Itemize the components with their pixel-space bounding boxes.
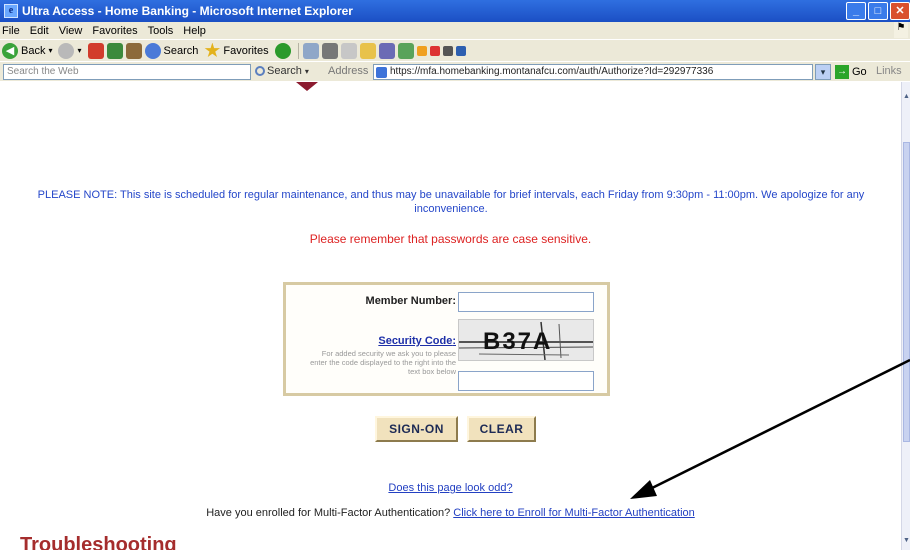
security-code-label: Security Code: [374,335,456,347]
url-text: https://mfa.homebanking.montanafcu.com/a… [390,66,714,77]
research-icon[interactable] [378,42,395,59]
favorites-button[interactable]: Favorites [204,42,269,59]
folder-icon[interactable] [359,42,376,59]
stop-icon[interactable] [87,42,104,59]
mail-icon[interactable] [302,42,319,59]
back-button[interactable]: ◀ Back ▾ [2,42,52,59]
security-code-colon: : [452,335,456,347]
refresh-icon[interactable] [106,42,123,59]
captcha-image: B37A [458,319,594,361]
clear-button[interactable]: CLEAR [467,416,536,442]
search-icon [144,42,161,59]
forward-button[interactable]: ▾ [58,42,82,59]
maximize-button[interactable]: □ [868,2,888,20]
search-web-input[interactable]: Search the Web [3,64,251,80]
address-dropdown-icon[interactable]: ▾ [815,64,831,80]
go-button[interactable]: → Go [835,65,867,79]
maintenance-notice: PLEASE NOTE: This site is scheduled for … [37,189,865,215]
vertical-scrollbar[interactable]: ▲ ▼ [901,82,910,550]
chevron-down-icon[interactable]: ▾ [48,46,52,55]
sign-on-button[interactable]: SIGN-ON [375,416,458,442]
member-number-input[interactable] [458,292,594,312]
minimize-button[interactable]: _ [846,2,866,20]
star-icon [204,42,221,58]
window-title: Ultra Access - Home Banking - Microsoft … [22,4,353,18]
member-number-label: Member Number: [365,295,456,307]
search-toolbar-label: Search [163,44,199,57]
security-code-link[interactable]: Security Code [378,335,452,347]
magnifier-icon [255,66,265,76]
title-bar: e Ultra Access - Home Banking - Microsof… [0,0,910,22]
captcha-text: B37A [483,328,553,355]
page-icon [376,67,387,78]
troubleshooting-heading: Troubleshooting [20,534,177,550]
window-controls: _ □ ✕ [844,2,910,20]
media-icon[interactable] [274,42,291,59]
security-code-help: For added security we ask you to please … [310,349,456,376]
password-reminder: Please remember that passwords are case … [309,232,592,246]
mfa-enroll-line: Have you enrolled for Multi-Factor Authe… [0,507,901,519]
scroll-up-icon[interactable]: ▲ [902,90,910,104]
banner-pointer [296,82,318,91]
links-label[interactable]: Links [876,65,902,77]
page-viewport: PLEASE NOTE: This site is scheduled for … [0,82,901,550]
home-icon[interactable] [125,42,142,59]
search-web-button[interactable]: Search ▾ [255,65,309,77]
close-button[interactable]: ✕ [890,2,910,20]
forward-arrow-icon [58,42,75,59]
page-odd-link[interactable]: Does this page look odd? [0,482,901,494]
menu-edit[interactable]: Edit [30,25,49,37]
menu-help[interactable]: Help [183,25,206,37]
window-icon[interactable] [455,45,466,56]
address-label: Address [328,65,369,77]
security-code-input[interactable] [458,371,594,391]
play-icon[interactable] [442,45,453,56]
back-arrow-icon: ◀ [2,42,18,59]
toolbar: ◀ Back ▾ ▾ Search Favorites [0,39,910,61]
scroll-thumb[interactable] [903,142,910,442]
address-bar: Search the Web Search ▾ Address https://… [0,61,910,81]
search-web-label: Search [267,65,302,77]
go-label: Go [852,66,867,78]
mfa-enroll-prompt: Have you enrolled for Multi-Factor Authe… [206,507,454,519]
search-toolbar-button[interactable]: Search [144,42,199,59]
scroll-down-icon[interactable]: ▼ [902,534,910,548]
menu-view[interactable]: View [59,25,83,37]
chevron-down-icon[interactable]: ▾ [77,46,81,55]
menu-bar: File Edit View Favorites Tools Help ⚑ [0,22,910,39]
windows-flag-icon: ⚑ [894,22,908,38]
go-arrow-icon: → [835,65,849,79]
toolbar-divider [297,42,299,59]
favorites-label: Favorites [223,44,269,57]
menu-tools[interactable]: Tools [148,25,174,37]
mfa-enroll-link[interactable]: Click here to Enroll for Multi-Factor Au… [453,507,695,519]
chevron-down-icon[interactable]: ▾ [305,67,309,76]
messenger-icon[interactable] [397,42,414,59]
menu-file[interactable]: File [2,25,20,37]
menu-favorites[interactable]: Favorites [92,25,137,37]
ie-icon: e [4,4,18,18]
print-icon[interactable] [321,42,338,59]
sun-icon[interactable] [416,45,427,56]
record-icon[interactable] [429,45,440,56]
back-label: Back [21,44,46,57]
login-form: Member Number: Security Code: For added … [283,282,610,396]
edit-icon[interactable] [340,42,357,59]
url-input[interactable]: https://mfa.homebanking.montanafcu.com/a… [373,64,813,80]
